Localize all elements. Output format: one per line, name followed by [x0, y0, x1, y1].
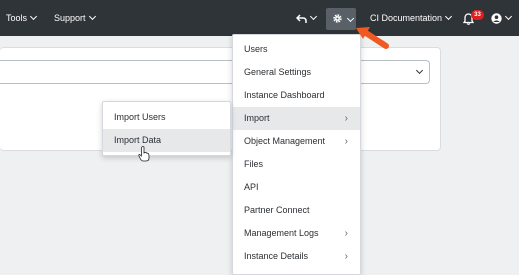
tools-menu[interactable]: Tools: [6, 0, 38, 36]
menu-item-general-settings[interactable]: General Settings: [233, 61, 360, 84]
chevron-down-icon: [346, 14, 355, 23]
menu-item-import[interactable]: Import ›: [233, 107, 360, 130]
import-submenu: Import Users Import Data: [102, 101, 231, 156]
user-icon: [491, 13, 502, 24]
menu-item-files[interactable]: Files: [233, 153, 360, 176]
menu-item-label: Instance Details: [244, 251, 309, 261]
support-menu[interactable]: Support: [54, 0, 96, 36]
undo-icon: [295, 14, 307, 23]
menu-item-api[interactable]: API: [233, 176, 360, 199]
menu-item-object-management[interactable]: Object Management ›: [233, 130, 360, 153]
chevron-down-icon: [309, 12, 318, 21]
menu-item-users[interactable]: Users: [233, 38, 360, 61]
chevron-right-icon: ›: [344, 113, 348, 124]
gear-icon: [333, 14, 342, 23]
annotation-arrow: [356, 27, 389, 49]
undo-menu-button[interactable]: [295, 0, 318, 36]
settings-dropdown-menu: Users General Settings Instance Dashboar…: [232, 34, 361, 275]
workspace-label: CI Documentation: [370, 13, 443, 23]
submenu-item-label: Import Data: [114, 135, 162, 145]
menu-item-management-logs[interactable]: Management Logs ›: [233, 222, 360, 245]
support-label: Support: [54, 13, 86, 23]
chevron-down-icon: [88, 12, 96, 21]
submenu-item-label: Import Users: [114, 112, 166, 122]
menu-item-label: Instance Dashboard: [244, 90, 325, 100]
menu-item-label: General Settings: [244, 67, 312, 77]
chevron-down-icon: [504, 12, 513, 21]
submenu-item-import-users[interactable]: Import Users: [103, 106, 230, 129]
menu-item-label: API: [244, 182, 259, 192]
menu-item-instance-dashboard[interactable]: Instance Dashboard: [233, 84, 360, 107]
menu-item-label: Files: [244, 159, 264, 169]
menu-item-label: Import: [244, 113, 270, 123]
chevron-right-icon: ›: [344, 251, 348, 262]
dropdown-select[interactable]: [0, 60, 430, 84]
pointer-hand-icon: [138, 146, 150, 162]
menu-item-label: Management Logs: [244, 228, 319, 238]
notification-count-badge: 33: [471, 10, 484, 20]
menu-item-label: Partner Connect: [244, 205, 310, 215]
menu-item-instance-details[interactable]: Instance Details ›: [233, 245, 360, 268]
submenu-item-import-data[interactable]: Import Data: [103, 129, 230, 152]
chevron-down-icon: [445, 12, 453, 21]
menu-item-label: Object Management: [244, 136, 326, 146]
top-navigation-bar: Tools Support CI Documentation 33: [0, 0, 519, 36]
chevron-down-icon: [29, 12, 38, 21]
tools-label: Tools: [6, 13, 28, 23]
user-menu[interactable]: [491, 0, 513, 36]
chevron-right-icon: ›: [344, 136, 348, 147]
chevron-right-icon: ›: [344, 228, 348, 239]
menu-item-partner-connect[interactable]: Partner Connect: [233, 199, 360, 222]
menu-item-label: Users: [244, 44, 268, 54]
settings-gear-button[interactable]: [326, 8, 356, 30]
